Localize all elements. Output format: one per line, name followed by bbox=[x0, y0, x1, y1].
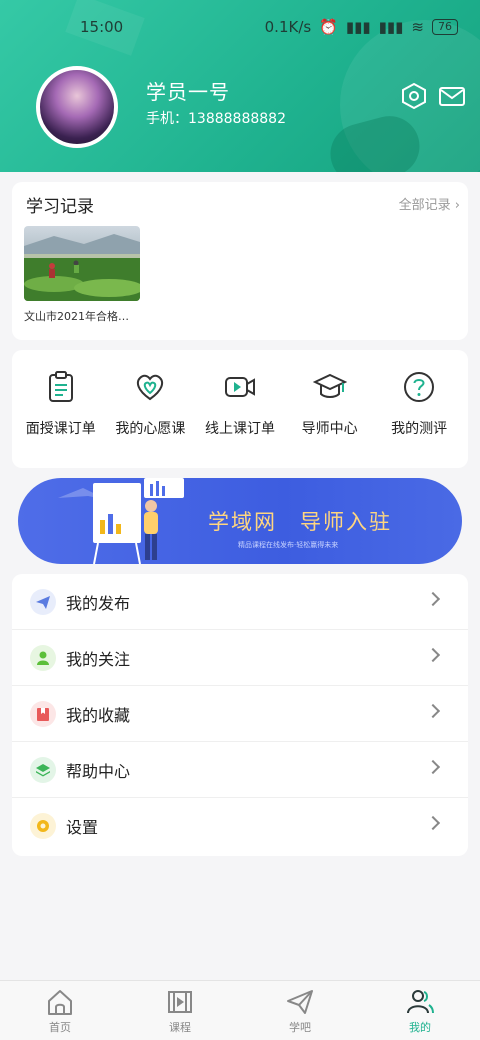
shortcut-assessment[interactable]: 我的测评 bbox=[374, 350, 464, 468]
tab-home[interactable]: 首页 bbox=[0, 981, 120, 1040]
shortcut-grid: 面授课订单 我的心愿课 线上课订单 导师中心 我的测评 bbox=[12, 350, 468, 468]
menu-label: 我的收藏 bbox=[66, 705, 131, 725]
course-thumbnail[interactable] bbox=[24, 226, 140, 301]
home-icon bbox=[48, 990, 72, 1015]
chevron-right-icon bbox=[425, 703, 441, 719]
heart-icon bbox=[137, 374, 164, 401]
menu-item-help-center[interactable]: 帮助中心 bbox=[12, 742, 468, 798]
user-name: 学员一号 bbox=[146, 80, 230, 104]
network-speed: 0.1K/s bbox=[264, 18, 312, 36]
chevron-right-icon: › bbox=[450, 198, 460, 213]
tab-study-bar[interactable]: 学吧 bbox=[240, 981, 360, 1040]
signal-icon: ▮▮▮ bbox=[345, 18, 371, 36]
play-icon bbox=[168, 991, 192, 1013]
field-photo bbox=[24, 234, 140, 301]
shortcut-label: 面授课订单 bbox=[25, 421, 96, 437]
bottom-tab-bar: 首页 课程 学吧 我的 bbox=[0, 980, 480, 1040]
tab-label: 首页 bbox=[49, 1021, 71, 1034]
settings-icon bbox=[30, 813, 56, 839]
graduation-cap-icon bbox=[312, 373, 347, 398]
question-icon bbox=[404, 372, 435, 402]
people-icon bbox=[407, 990, 434, 1014]
shortcut-tutor-center[interactable]: 导师中心 bbox=[285, 350, 375, 468]
menu-item-favorites[interactable]: 我的收藏 bbox=[12, 686, 468, 742]
banner-title: 学域网 导师入驻 bbox=[208, 510, 392, 534]
tutor-join-banner[interactable]: 学域网 导师入驻 精品课程在线发布·轻松赢得未来 bbox=[18, 478, 462, 564]
status-bar: 15:00 0.1K/s ⏰ ▮▮▮ ▮▮▮ ≋ 76 bbox=[0, 14, 480, 44]
menu-label: 我的发布 bbox=[66, 593, 131, 613]
tab-courses[interactable]: 课程 bbox=[120, 981, 240, 1040]
tab-mine[interactable]: 我的 bbox=[360, 981, 480, 1040]
layers-icon bbox=[30, 756, 56, 783]
menu-label: 我的关注 bbox=[66, 649, 131, 669]
shortcut-online-orders[interactable]: 线上课订单 bbox=[195, 350, 285, 468]
shortcut-label: 线上课订单 bbox=[204, 421, 275, 437]
menu-item-following[interactable]: 我的关注 bbox=[12, 630, 468, 686]
menu-label: 帮助中心 bbox=[66, 761, 131, 781]
chevron-right-icon bbox=[425, 815, 441, 831]
menu-label: 设置 bbox=[66, 818, 99, 837]
user-icon bbox=[30, 644, 56, 671]
menu-item-my-posts[interactable]: 我的发布 bbox=[12, 574, 468, 630]
tab-label: 我的 bbox=[409, 1021, 431, 1034]
chevron-right-icon bbox=[425, 591, 441, 607]
bookmark-icon bbox=[30, 700, 56, 727]
study-record-title: 学习记录 bbox=[26, 197, 94, 217]
paper-plane-icon bbox=[287, 990, 313, 1014]
battery-icon: 76 bbox=[432, 19, 458, 35]
tab-label: 课程 bbox=[169, 1021, 191, 1034]
mail-icon[interactable] bbox=[438, 82, 466, 110]
avatar[interactable] bbox=[36, 66, 118, 148]
view-all-label: 全部记录 bbox=[398, 198, 451, 213]
banner-illustration bbox=[58, 478, 184, 564]
video-icon bbox=[224, 377, 255, 397]
menu-list: 我的发布 我的关注 我的收藏 帮助中心 设置 bbox=[12, 574, 468, 856]
status-icons: 0.1K/s ⏰ ▮▮▮ ▮▮▮ ≋ 76 bbox=[265, 18, 458, 36]
banner-subtitle: 精品课程在线发布·轻松赢得未来 bbox=[238, 541, 339, 549]
send-icon bbox=[30, 588, 56, 615]
chevron-right-icon bbox=[425, 759, 441, 775]
view-all-records-link[interactable]: 全部记录 › bbox=[399, 194, 460, 213]
settings-hex-icon[interactable] bbox=[400, 82, 428, 110]
shortcut-label: 导师中心 bbox=[301, 421, 358, 437]
shortcut-offline-orders[interactable]: 面授课订单 bbox=[16, 350, 106, 468]
tab-label: 学吧 bbox=[289, 1021, 311, 1034]
shortcut-label: 我的心愿课 bbox=[115, 421, 186, 437]
menu-item-settings[interactable]: 设置 bbox=[12, 798, 468, 854]
signal2-icon: ▮▮▮ bbox=[378, 18, 404, 36]
shortcut-wishlist[interactable]: 我的心愿课 bbox=[106, 350, 196, 468]
status-time: 15:00 bbox=[80, 18, 124, 36]
study-record-card: 学习记录 全部记录 › 文山市2021年合格… bbox=[12, 182, 468, 340]
wifi-icon: ≋ bbox=[411, 18, 424, 36]
alarm-icon: ⏰ bbox=[319, 18, 338, 36]
user-phone: 手机：13888888882 bbox=[146, 111, 286, 127]
profile-header: 15:00 0.1K/s ⏰ ▮▮▮ ▮▮▮ ≋ 76 学员一号 手机：1388… bbox=[0, 0, 480, 172]
chevron-right-icon bbox=[425, 647, 441, 663]
clipboard-icon bbox=[48, 371, 73, 402]
shortcut-label: 我的测评 bbox=[391, 421, 448, 437]
course-caption: 文山市2021年合格… bbox=[24, 310, 129, 323]
